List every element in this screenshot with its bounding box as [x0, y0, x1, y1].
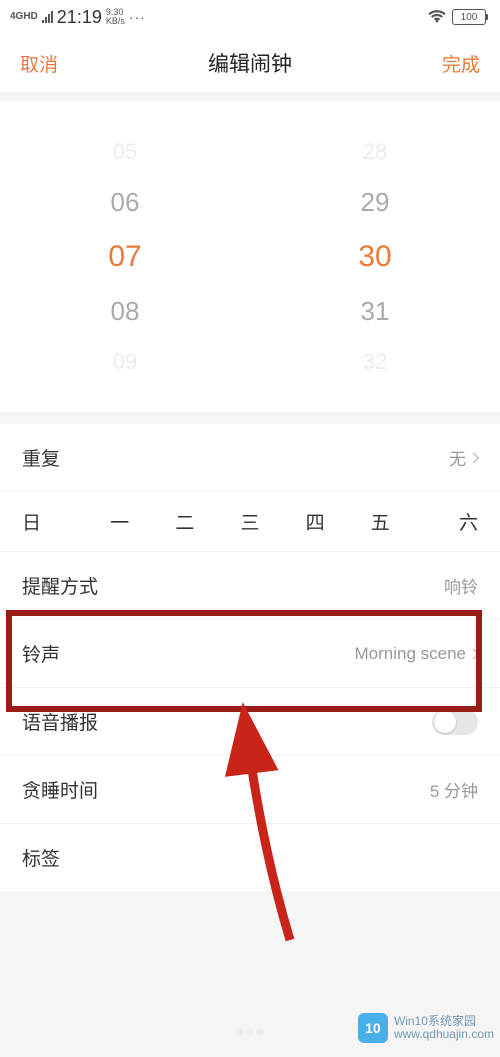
- signal-icon: [42, 11, 53, 23]
- page-title: 编辑闹钟: [208, 48, 292, 78]
- weekday-fri[interactable]: 五: [348, 508, 413, 535]
- watermark-logo-icon: 10: [358, 1013, 388, 1043]
- selected-minute: 30: [358, 240, 391, 274]
- weekday-wed[interactable]: 三: [217, 508, 282, 535]
- weekday-thu[interactable]: 四: [283, 508, 348, 535]
- time-picker[interactable]: 05 06 07 08 09 28 29 30 31 32: [0, 102, 500, 412]
- hour-wheel[interactable]: 05 06 07 08 09: [0, 102, 250, 412]
- more-dots-icon: ···: [129, 9, 146, 25]
- network-indicator: 4GHD: [10, 12, 38, 22]
- tag-row[interactable]: 标签: [0, 824, 500, 891]
- weekday-sat[interactable]: 六: [413, 508, 478, 535]
- battery-icon: 100: [452, 9, 486, 25]
- weekday-mon[interactable]: 一: [87, 508, 152, 535]
- done-button[interactable]: 完成: [442, 50, 480, 77]
- repeat-row[interactable]: 重复 无: [0, 424, 500, 492]
- selected-hour: 07: [108, 240, 141, 274]
- snooze-row[interactable]: 贪睡时间 5 分钟: [0, 756, 500, 824]
- weekday-tue[interactable]: 二: [152, 508, 217, 535]
- chevron-right-icon: [468, 648, 479, 659]
- weekday-selector[interactable]: 日 一 二 三 四 五 六: [0, 492, 500, 552]
- minute-wheel[interactable]: 28 29 30 31 32: [250, 102, 500, 412]
- watermark: 10 Win10系统家园 www.qdhuajin.com: [358, 1013, 494, 1043]
- wifi-icon: [428, 10, 446, 24]
- voice-broadcast-row[interactable]: 语音播报: [0, 688, 500, 756]
- cancel-button[interactable]: 取消: [20, 50, 58, 77]
- settings-section: 重复 无 日 一 二 三 四 五 六 提醒方式 响铃 铃声 Morning sc…: [0, 424, 500, 891]
- status-bar: 4GHD 21:19 9.30 KB/s ··· 100: [0, 0, 500, 34]
- chevron-right-icon: [468, 452, 479, 463]
- voice-toggle[interactable]: [432, 709, 478, 735]
- header-bar: 取消 编辑闹钟 完成: [0, 34, 500, 92]
- remind-mode-row[interactable]: 提醒方式 响铃: [0, 552, 500, 620]
- net-speed: 9.30 KB/s: [106, 8, 125, 26]
- clock-time: 21:19: [57, 7, 102, 28]
- weekday-sun[interactable]: 日: [22, 508, 87, 535]
- ringtone-row[interactable]: 铃声 Morning scene: [0, 620, 500, 688]
